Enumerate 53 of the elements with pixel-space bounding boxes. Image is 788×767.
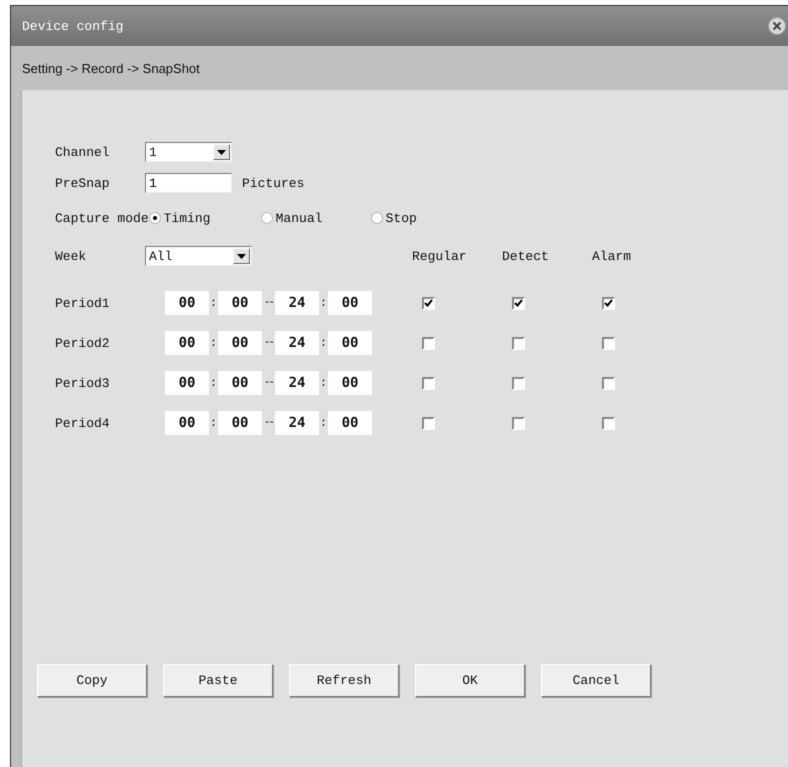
dialog-button[interactable]: Cancel — [541, 664, 651, 697]
field-label: Capture mode — [55, 210, 149, 226]
time-field[interactable]: 00 — [218, 291, 262, 315]
time-field[interactable]: 00 — [218, 371, 262, 395]
time-field[interactable]: 00 — [165, 371, 209, 395]
unit-label: Pictures — [242, 176, 304, 190]
period-label: Period2 — [55, 336, 111, 350]
field-label: Week — [55, 248, 88, 264]
time-separator: : — [319, 416, 328, 430]
time-field[interactable]: 00 — [165, 291, 209, 315]
field-label: PreSnap — [55, 176, 111, 190]
period-label: Period4 — [55, 416, 111, 430]
period-label: Period1 — [55, 296, 111, 310]
dialog-button[interactable]: OK — [415, 664, 525, 697]
time-separator: : — [209, 296, 218, 310]
time-field[interactable]: 24 — [275, 411, 319, 435]
time-separator: : — [209, 376, 218, 390]
time-field[interactable]: 00 — [165, 331, 209, 355]
time-field[interactable]: 00 — [165, 411, 209, 435]
time-field[interactable]: 24 — [275, 291, 319, 315]
time-separator: : — [209, 336, 218, 350]
time-separator: -- — [262, 377, 274, 389]
time-separator: -- — [262, 337, 274, 349]
window-title: Device config — [22, 18, 124, 34]
time-separator: : — [319, 296, 328, 310]
time-separator: -- — [262, 417, 274, 429]
dialog-button[interactable]: Refresh — [289, 664, 399, 697]
time-field[interactable]: 00 — [218, 411, 262, 435]
time-field[interactable]: 00 — [328, 411, 372, 435]
time-field[interactable]: 00 — [328, 331, 372, 355]
column-header: Detect — [502, 248, 549, 264]
dialog-button[interactable]: Paste — [163, 664, 273, 697]
time-field[interactable]: 00 — [328, 371, 372, 395]
field-label: Channel — [55, 144, 111, 160]
period-label: Period3 — [55, 376, 111, 390]
time-field[interactable]: 00 — [328, 291, 372, 315]
radio-label: Stop — [386, 210, 417, 226]
column-header: Regular — [412, 248, 467, 264]
presnap-field[interactable]: 1 — [145, 173, 232, 193]
channel-dropdown[interactable]: 1 — [145, 142, 232, 162]
time-separator: : — [209, 416, 218, 430]
time-separator: : — [319, 376, 328, 390]
time-field[interactable]: 24 — [275, 371, 319, 395]
column-header: Alarm — [592, 248, 632, 264]
week-dropdown[interactable]: All — [145, 246, 252, 266]
dialog-button[interactable]: Copy — [37, 664, 147, 697]
radio-label: Manual — [276, 210, 322, 226]
breadcrumb: Setting -> Record -> SnapShot — [22, 60, 200, 76]
time-field[interactable]: 24 — [275, 331, 319, 355]
time-field[interactable]: 00 — [218, 331, 262, 355]
radio-label: Timing — [164, 210, 210, 226]
time-separator: : — [319, 336, 328, 350]
time-separator: -- — [262, 297, 274, 309]
